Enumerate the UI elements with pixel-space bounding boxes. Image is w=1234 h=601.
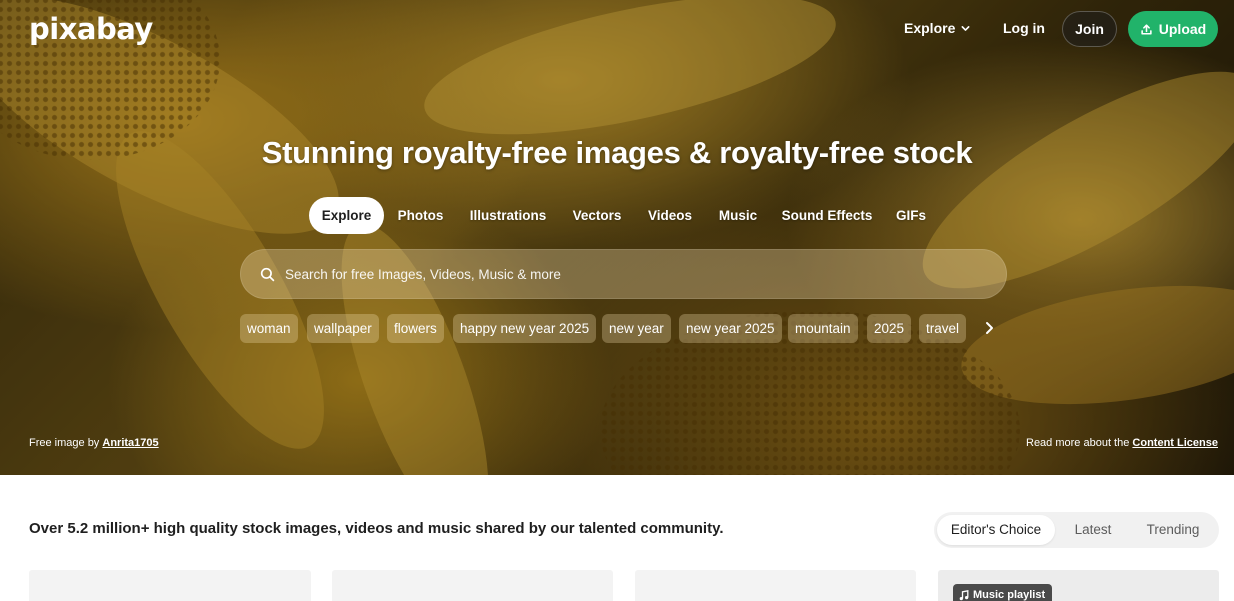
music-playlist-label: Music playlist: [973, 589, 1046, 601]
tab-photos[interactable]: Photos: [392, 197, 449, 234]
upload-icon: [1141, 23, 1152, 35]
suggestion-chip[interactable]: travel: [919, 314, 967, 343]
join-button[interactable]: Join: [1062, 11, 1117, 47]
music-note-icon: [959, 589, 969, 600]
tab-illustrations[interactable]: Illustrations: [465, 197, 551, 234]
media-type-tabs: Explore Photos Illustrations Vectors Vid…: [0, 197, 1234, 234]
credit-prefix: Free image by: [29, 437, 100, 449]
explore-menu-label: Explore: [904, 20, 956, 36]
tab-vectors[interactable]: Vectors: [567, 197, 627, 234]
suggestion-chip[interactable]: woman: [240, 314, 298, 343]
tab-sound-effects[interactable]: Sound Effects: [779, 197, 875, 234]
hero-overlay: [0, 0, 1234, 475]
community-tagline: Over 5.2 million+ high quality stock ima…: [29, 520, 724, 537]
upload-label: Upload: [1158, 21, 1207, 37]
suggestion-chip[interactable]: new year: [602, 314, 671, 343]
music-playlist-badge: Music playlist: [953, 584, 1053, 601]
sort-latest[interactable]: Latest: [1059, 515, 1127, 545]
tab-videos[interactable]: Videos: [643, 197, 697, 234]
gallery-card[interactable]: [635, 570, 916, 601]
gallery-card[interactable]: [29, 570, 311, 601]
search-icon[interactable]: [260, 267, 275, 282]
hero-banner: pixabay Explore Log in Join Upload Stunn…: [0, 0, 1234, 475]
suggestion-chip[interactable]: new year 2025: [679, 314, 782, 343]
image-credit: Free image by Anrita1705: [29, 437, 159, 449]
hero-title: Stunning royalty-free images & royalty-f…: [261, 135, 973, 170]
sort-editors-choice[interactable]: Editor's Choice: [937, 515, 1055, 545]
suggestion-chip[interactable]: 2025: [867, 314, 912, 343]
content-license-link[interactable]: Content License: [1132, 437, 1218, 449]
sort-trending[interactable]: Trending: [1133, 515, 1213, 545]
music-playlist-card[interactable]: Music playlist: [938, 570, 1219, 601]
search-input[interactable]: [285, 266, 965, 282]
chevron-right-icon[interactable]: [983, 320, 995, 336]
search-bar: [240, 249, 1007, 299]
gallery-card[interactable]: [332, 570, 613, 601]
suggestion-chip[interactable]: mountain: [788, 314, 858, 343]
credit-author-link[interactable]: Anrita1705: [102, 437, 158, 449]
tab-music[interactable]: Music: [713, 197, 763, 234]
login-link[interactable]: Log in: [1003, 20, 1045, 36]
search-suggestions: woman wallpaper flowers happy new year 2…: [240, 314, 1000, 344]
explore-menu-button[interactable]: Explore: [904, 20, 970, 36]
license-prefix: Read more about the: [1026, 437, 1130, 449]
license-note: Read more about the Content License: [1026, 437, 1218, 449]
tab-gifs[interactable]: GIFs: [891, 197, 931, 234]
chevron-down-icon: [961, 25, 970, 31]
sort-toggle: Editor's Choice Latest Trending: [934, 512, 1219, 548]
pixabay-logo[interactable]: pixabay: [29, 12, 153, 46]
tab-explore[interactable]: Explore: [309, 197, 384, 234]
suggestion-chip[interactable]: happy new year 2025: [453, 314, 597, 343]
suggestion-chip[interactable]: wallpaper: [307, 314, 379, 343]
upload-button[interactable]: Upload: [1128, 11, 1218, 47]
suggestion-chip[interactable]: flowers: [387, 314, 444, 343]
